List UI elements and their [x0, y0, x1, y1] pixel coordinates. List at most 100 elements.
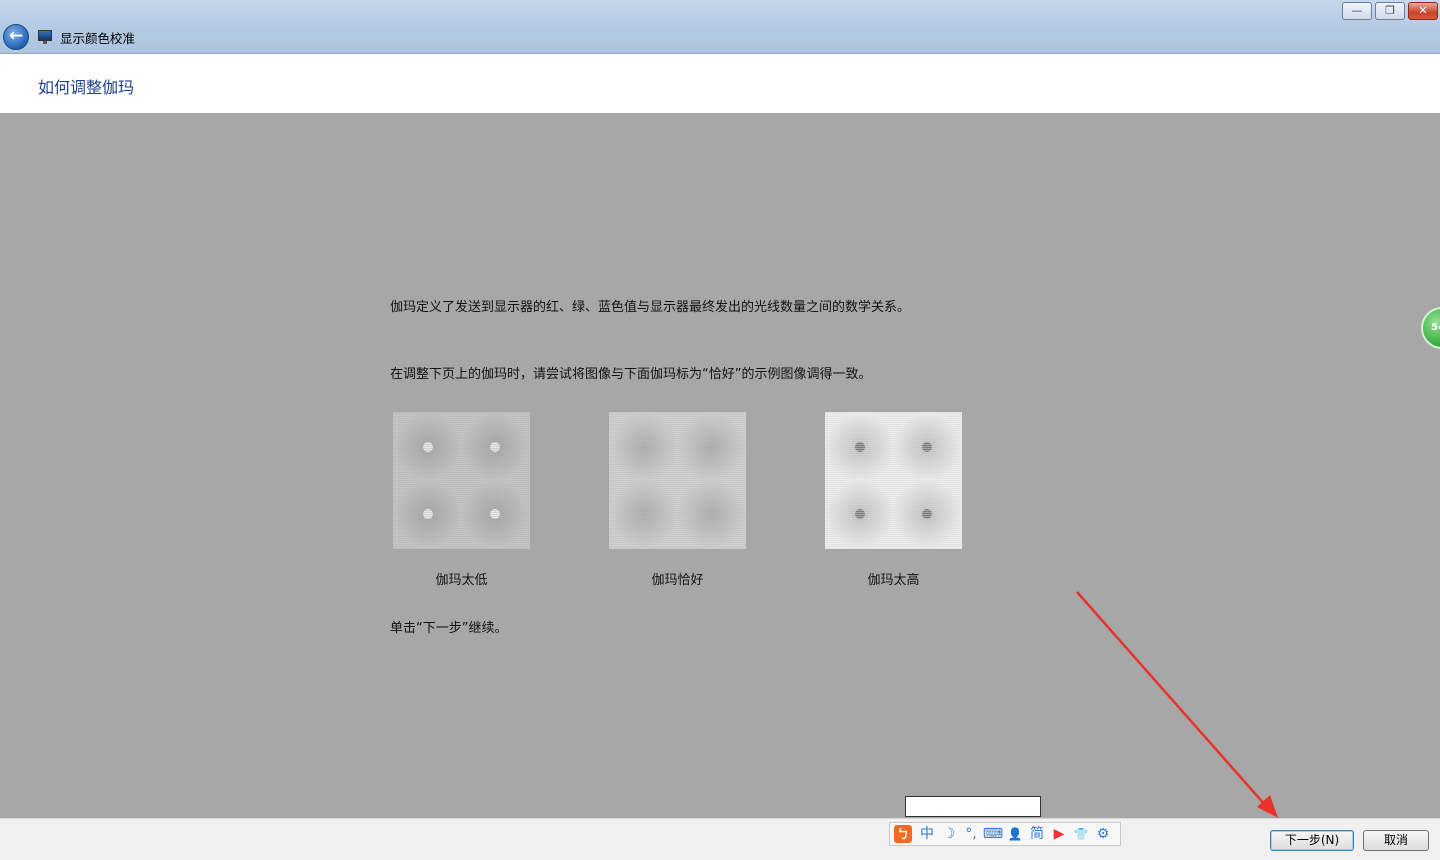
gamma-low-caption: 伽玛太低	[435, 573, 488, 588]
sample-stripe	[825, 542, 962, 543]
sample-stripe	[393, 462, 530, 463]
sample-stripe	[825, 516, 962, 517]
sample-stripe	[393, 476, 530, 477]
sample-stripe	[609, 540, 746, 541]
sample-stripe	[393, 518, 530, 519]
sample-stripe	[609, 466, 746, 467]
sample-stripe	[609, 488, 746, 489]
sample-stripe	[825, 432, 962, 433]
sample-stripe	[393, 484, 530, 485]
sample-stripe	[393, 534, 530, 535]
sample-stripe	[825, 462, 962, 463]
continue-hint-text: 单击“下一步”继续。	[390, 621, 508, 636]
sample-stripe	[393, 480, 530, 481]
display-icon	[38, 30, 52, 44]
sample-stripe	[825, 412, 962, 413]
sample-stripe	[825, 546, 962, 547]
sample-stripe	[393, 414, 530, 415]
sample-stripe	[609, 490, 746, 491]
keyboard-icon[interactable]: ⌨	[982, 824, 1004, 844]
sample-stripe	[609, 420, 746, 421]
sample-stripe	[609, 506, 746, 507]
floating-widget-badge[interactable]: 54	[1421, 307, 1440, 349]
sample-stripe	[609, 530, 746, 531]
sample-stripe	[825, 490, 962, 491]
close-button[interactable]: ✕	[1408, 2, 1438, 20]
settings-icon[interactable]: ⚙	[1092, 824, 1114, 844]
sample-stripe	[393, 472, 530, 473]
sample-stripe	[825, 460, 962, 461]
restore-button[interactable]: ❐	[1375, 2, 1405, 20]
sample-stripe	[393, 514, 530, 515]
sample-stripe	[609, 430, 746, 431]
back-arrow-icon[interactable]: ←	[3, 24, 29, 50]
sample-stripe	[825, 510, 962, 511]
sample-stripe	[825, 536, 962, 537]
sample-stripe	[393, 544, 530, 545]
sample-stripe	[609, 440, 746, 441]
sample-stripe	[825, 504, 962, 505]
sample-stripe	[825, 436, 962, 437]
sample-stripe	[609, 498, 746, 499]
sample-stripe	[825, 522, 962, 523]
sample-stripe	[609, 434, 746, 435]
sample-stripe	[393, 500, 530, 501]
sample-stripe	[393, 426, 530, 427]
ime-composition-box[interactable]	[905, 796, 1041, 817]
sample-stripe	[609, 518, 746, 519]
sample-stripe	[393, 444, 530, 445]
video-icon[interactable]: ▶	[1048, 824, 1070, 844]
sample-stripe	[609, 436, 746, 437]
sample-stripe	[393, 496, 530, 497]
sample-stripe	[609, 470, 746, 471]
simplified-icon[interactable]: 简	[1026, 824, 1048, 844]
sample-stripe	[393, 418, 530, 419]
minimize-button[interactable]: —	[1342, 2, 1372, 20]
sample-stripe	[393, 456, 530, 457]
ime-logo-icon[interactable]: ㄅ	[894, 825, 912, 843]
sample-stripe	[825, 472, 962, 473]
user-icon[interactable]: 👤	[1004, 824, 1026, 844]
skin-icon[interactable]: 👕	[1070, 824, 1092, 844]
sample-stripe	[825, 534, 962, 535]
sample-stripe	[609, 544, 746, 545]
sample-stripe	[393, 548, 530, 549]
sample-stripe	[609, 448, 746, 449]
sample-stripe	[609, 474, 746, 475]
sample-stripe	[825, 480, 962, 481]
sample-stripe	[393, 470, 530, 471]
sample-stripe	[609, 532, 746, 533]
sample-stripe	[609, 452, 746, 453]
sample-stripe	[609, 472, 746, 473]
sample-stripe	[825, 438, 962, 439]
sample-stripe	[393, 528, 530, 529]
sample-stripe	[609, 450, 746, 451]
sample-stripe	[609, 492, 746, 493]
sample-stripe	[609, 426, 746, 427]
sample-stripe	[609, 454, 746, 455]
footer-bar: 下一步(N) 取消	[0, 818, 1440, 860]
sample-stripe	[825, 448, 962, 449]
sample-stripe	[825, 430, 962, 431]
sample-stripe	[609, 502, 746, 503]
sample-stripe	[393, 482, 530, 483]
sample-stripe	[825, 544, 962, 545]
sample-stripe	[393, 420, 530, 421]
sample-stripe	[825, 452, 962, 453]
sample-stripe	[825, 518, 962, 519]
sample-stripe	[825, 484, 962, 485]
sample-stripe	[609, 428, 746, 429]
sample-stripe	[825, 528, 962, 529]
moon-icon[interactable]: ☽	[938, 824, 960, 844]
chinese-mode-icon[interactable]: 中	[916, 824, 938, 844]
sample-stripe	[825, 540, 962, 541]
cancel-button[interactable]: 取消	[1363, 830, 1429, 851]
sample-stripe	[609, 514, 746, 515]
sample-stripe	[609, 496, 746, 497]
sample-stripe	[393, 428, 530, 429]
punctuation-icon[interactable]: °,	[960, 824, 982, 844]
next-button[interactable]: 下一步(N)	[1270, 830, 1354, 851]
sample-stripe	[825, 440, 962, 441]
sample-stripe	[609, 516, 746, 517]
sample-stripe	[825, 548, 962, 549]
